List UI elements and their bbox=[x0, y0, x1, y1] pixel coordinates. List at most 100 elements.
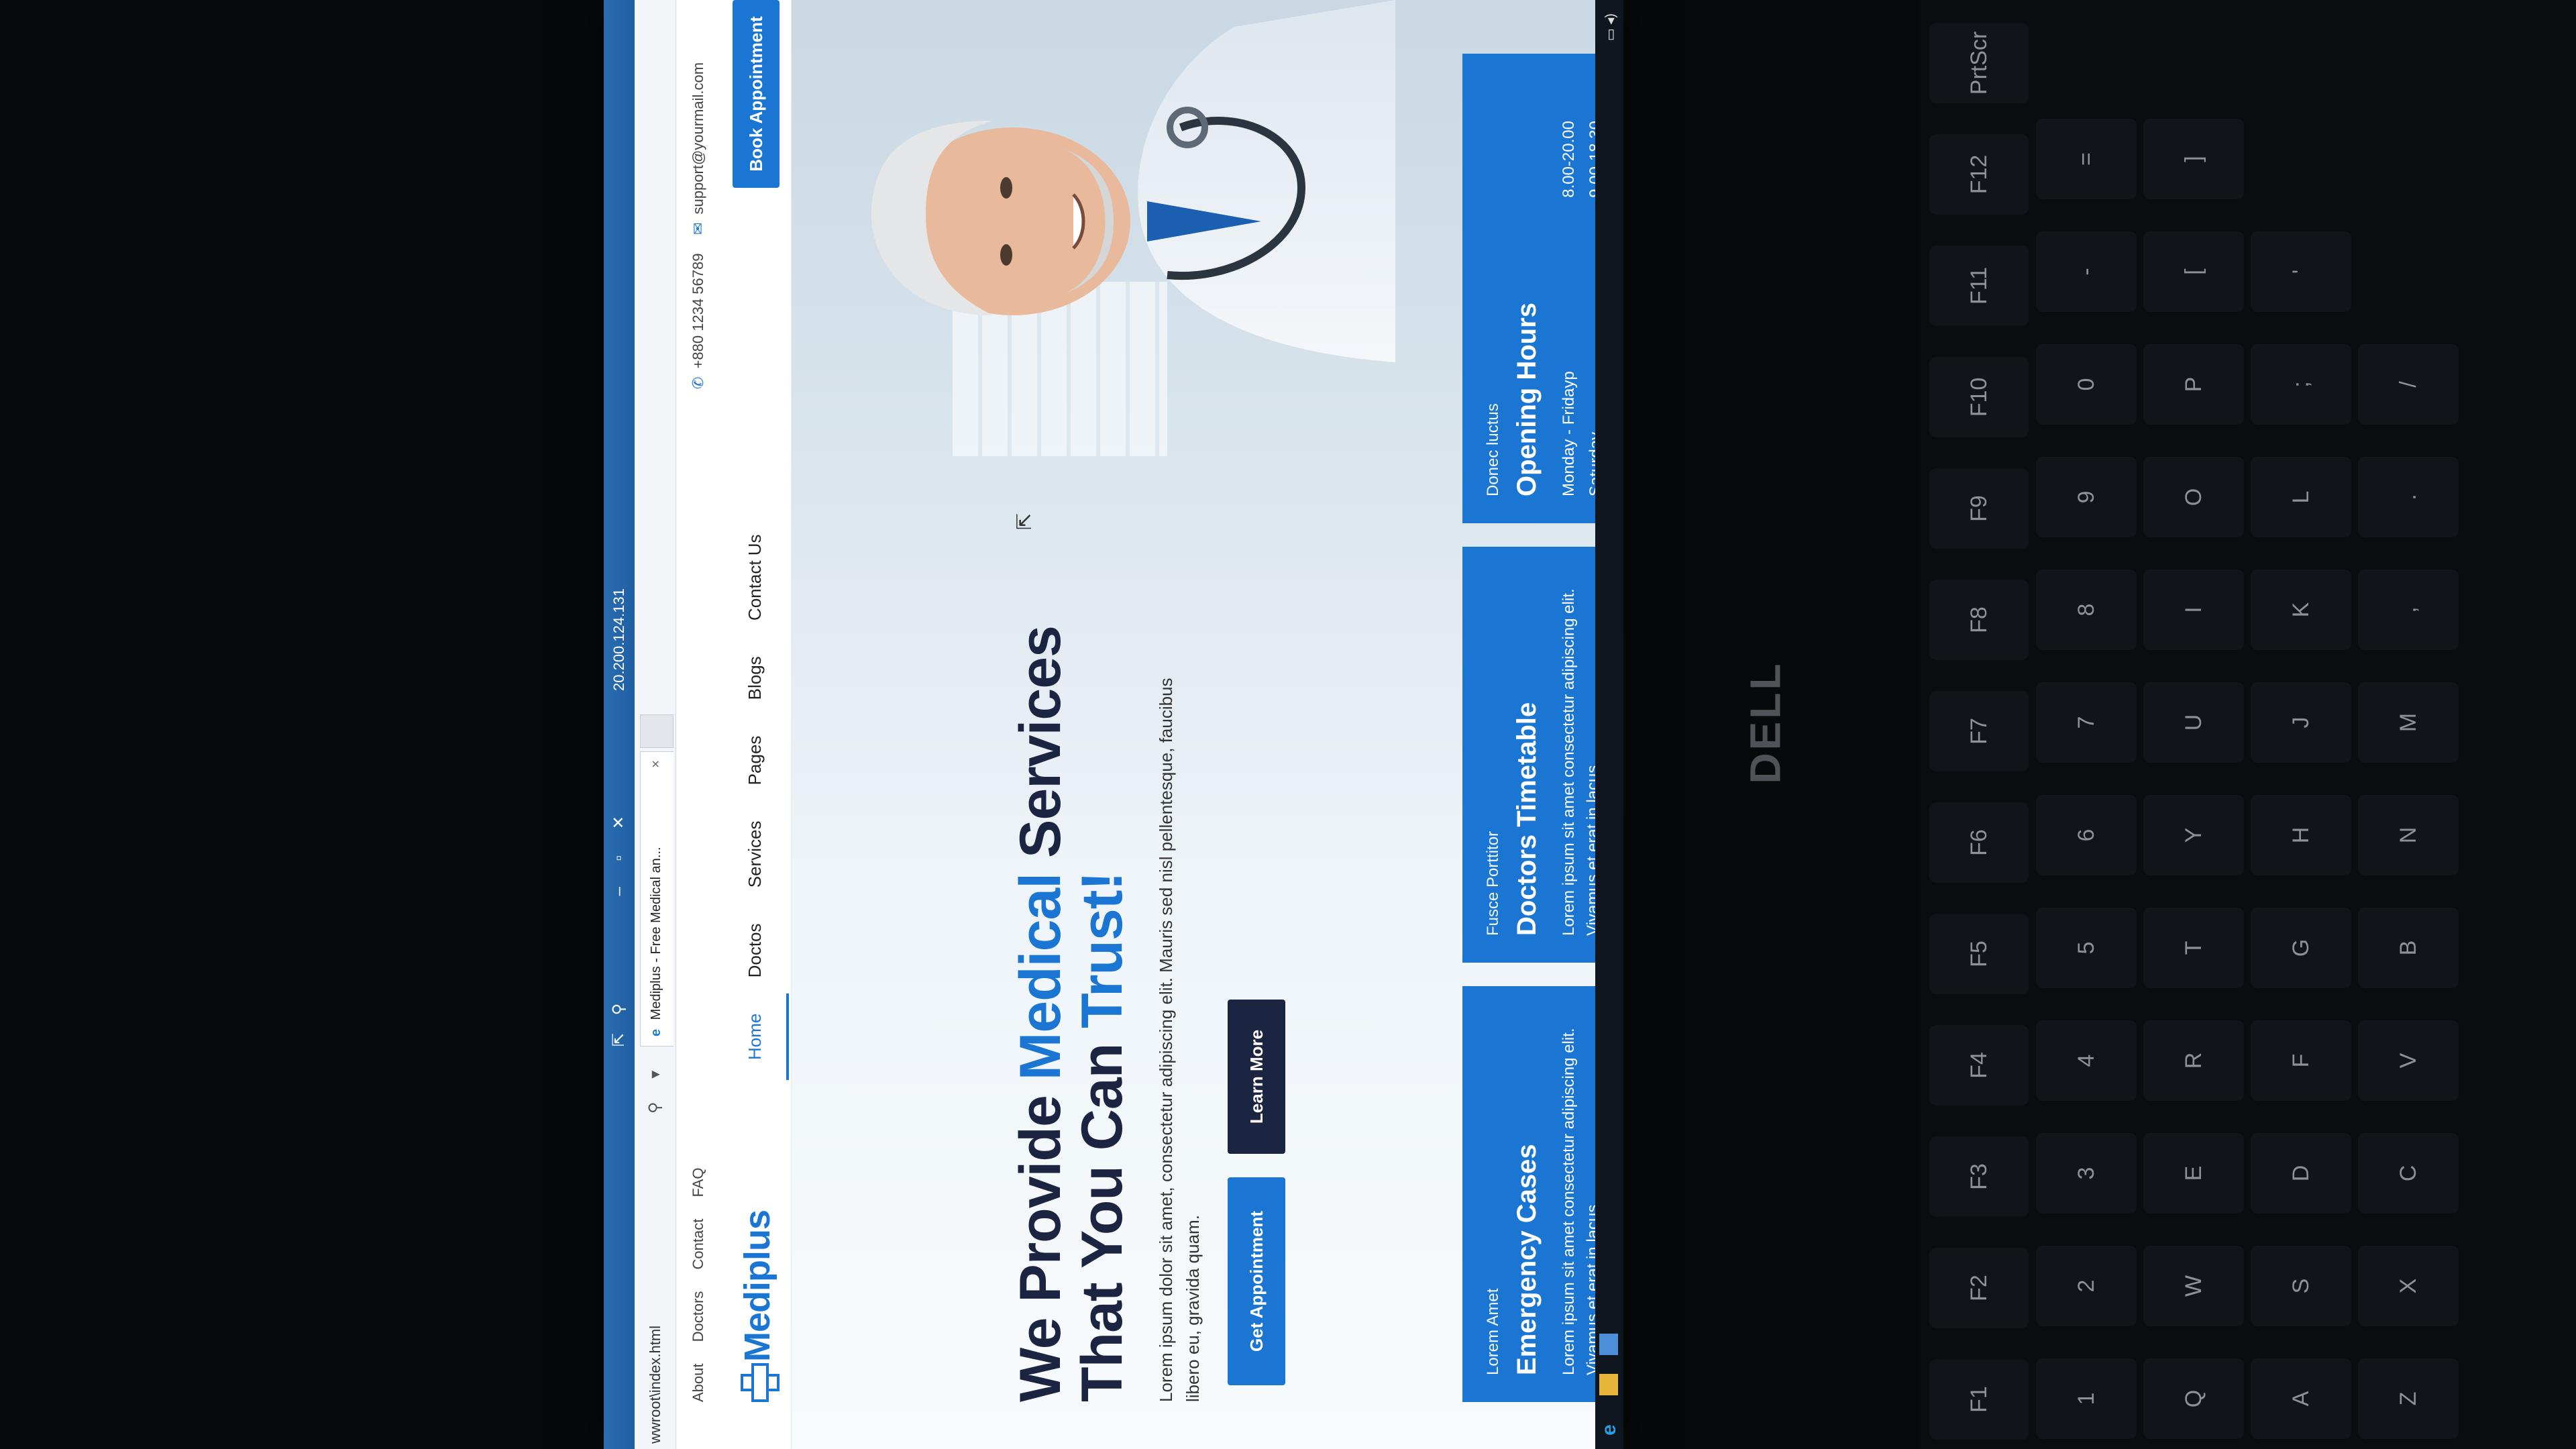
key[interactable]: 7 bbox=[2036, 682, 2137, 763]
topbar-link-contact[interactable]: Contact bbox=[690, 1219, 706, 1270]
key[interactable]: F3 bbox=[1929, 1136, 2029, 1217]
key[interactable]: 0 bbox=[2036, 344, 2137, 425]
key[interactable]: / bbox=[2358, 344, 2459, 425]
key[interactable]: 1 bbox=[2036, 1358, 2137, 1439]
key[interactable]: O bbox=[2143, 457, 2244, 537]
book-appointment-button[interactable]: Book Appointment bbox=[733, 0, 780, 188]
pin-icons: ⇱ ⚲ bbox=[610, 996, 628, 1046]
key[interactable]: = bbox=[2036, 119, 2137, 199]
hero-title-part: Services bbox=[1008, 626, 1073, 873]
key[interactable]: L bbox=[2251, 457, 2351, 537]
address-url[interactable]: wwroot\index.html bbox=[647, 1326, 664, 1444]
key[interactable]: PrtScr bbox=[1929, 23, 2029, 103]
system-tray[interactable]: ▭ ◂) bbox=[1602, 13, 1619, 41]
key[interactable]: F9 bbox=[1929, 468, 2029, 549]
key[interactable]: ; bbox=[2251, 344, 2351, 425]
key[interactable]: X bbox=[2358, 1246, 2459, 1326]
key[interactable]: F12 bbox=[1929, 134, 2029, 215]
key[interactable]: A bbox=[2251, 1358, 2351, 1439]
key[interactable]: M bbox=[2358, 682, 2459, 763]
close-tab-icon[interactable]: × bbox=[649, 760, 664, 768]
key[interactable]: H bbox=[2251, 795, 2351, 875]
key[interactable]: 4 bbox=[2036, 1020, 2137, 1101]
topbar-link-about[interactable]: About bbox=[690, 1364, 706, 1403]
topbar-link-doctors[interactable]: Doctors bbox=[690, 1291, 706, 1342]
dell-logo: DELL bbox=[1741, 661, 1790, 784]
key[interactable]: ' bbox=[2251, 231, 2351, 312]
key[interactable]: Q bbox=[2143, 1358, 2244, 1439]
learn-more-button[interactable]: Learn More bbox=[1228, 1000, 1285, 1154]
laptop-keyboard: F1 F2 F3 F4 F5 F6 F7 F8 F9 F10 F11 F12 P… bbox=[1919, 0, 2576, 1449]
key[interactable]: R bbox=[2143, 1020, 2244, 1101]
key[interactable]: 3 bbox=[2036, 1133, 2137, 1214]
key[interactable]: I bbox=[2143, 570, 2244, 650]
key[interactable]: F4 bbox=[1929, 1025, 2029, 1106]
topbar-link-faq[interactable]: FAQ bbox=[690, 1167, 706, 1197]
browser-tab[interactable]: e Mediplus - Free Medical an... × bbox=[640, 751, 674, 1046]
site-header: Mediplus Home Doctos Services Pages Blog… bbox=[718, 0, 792, 1449]
key[interactable]: K bbox=[2251, 570, 2351, 650]
key[interactable]: , bbox=[2358, 570, 2459, 650]
key-row-qwerty: Q W E R T Y U I O P [ ] bbox=[2143, 0, 2244, 1449]
key[interactable]: T bbox=[2143, 908, 2244, 988]
key[interactable]: F5 bbox=[1929, 914, 2029, 994]
key[interactable]: 2 bbox=[2036, 1246, 2137, 1326]
key[interactable]: F6 bbox=[1929, 802, 2029, 883]
key[interactable]: F2 bbox=[1929, 1248, 2029, 1328]
key[interactable]: F7 bbox=[1929, 691, 2029, 771]
email-address[interactable]: support@yourmail.com bbox=[690, 62, 706, 215]
key[interactable]: F1 bbox=[1929, 1359, 2029, 1440]
doctor-illustration bbox=[871, 0, 1395, 362]
key[interactable]: P bbox=[2143, 344, 2244, 425]
key[interactable]: 5 bbox=[2036, 908, 2137, 988]
nav-services[interactable]: Services bbox=[745, 821, 765, 888]
key[interactable]: F10 bbox=[1929, 357, 2029, 437]
hours-row: Monday - Fridayp 8.00-20.00 bbox=[1556, 121, 1582, 496]
key[interactable]: - bbox=[2036, 231, 2137, 312]
folder-taskbar-icon[interactable] bbox=[1599, 1374, 1618, 1395]
key[interactable]: 6 bbox=[2036, 795, 2137, 875]
key[interactable]: F8 bbox=[1929, 580, 2029, 660]
mail-icon: ✉ bbox=[690, 222, 706, 235]
nav-home[interactable]: Home bbox=[745, 1014, 765, 1060]
key[interactable]: [ bbox=[2143, 231, 2244, 312]
key[interactable]: F bbox=[2251, 1020, 2351, 1101]
hours-day: Monday - Fridayp bbox=[1560, 371, 1578, 496]
key[interactable]: B bbox=[2358, 908, 2459, 988]
card-heading: Doctors Timetable bbox=[1512, 702, 1542, 936]
hero-title-part: We Provide bbox=[1008, 1080, 1073, 1402]
key[interactable]: V bbox=[2358, 1020, 2459, 1101]
key[interactable]: 9 bbox=[2036, 457, 2137, 537]
key[interactable]: G bbox=[2251, 908, 2351, 988]
window-controls[interactable]: – ▫ ✕ bbox=[609, 805, 629, 896]
key-row-zxcv: Z X C V B N M , . / bbox=[2358, 0, 2459, 1449]
key[interactable]: 8 bbox=[2036, 570, 2137, 650]
nav-blogs[interactable]: Blogs bbox=[745, 656, 765, 700]
nav-pages[interactable]: Pages bbox=[745, 736, 765, 786]
key[interactable]: D bbox=[2251, 1133, 2351, 1214]
site-logo[interactable]: Mediplus bbox=[737, 1210, 778, 1402]
tab-title: Mediplus - Free Medical an... bbox=[649, 847, 663, 1020]
topbar-email: ✉ support@yourmail.com bbox=[690, 62, 707, 235]
key[interactable]: Y bbox=[2143, 795, 2244, 875]
phone-icon: ✆ bbox=[690, 376, 706, 389]
get-appointment-button[interactable]: Get Appointment bbox=[1228, 1177, 1285, 1385]
key[interactable]: ] bbox=[2143, 119, 2244, 199]
store-taskbar-icon[interactable] bbox=[1599, 1334, 1618, 1355]
key[interactable]: S bbox=[2251, 1246, 2351, 1326]
nav-contact-us[interactable]: Contact Us bbox=[745, 534, 765, 621]
key[interactable]: Z bbox=[2358, 1358, 2459, 1439]
nav-doctos[interactable]: Doctos bbox=[745, 923, 765, 977]
key[interactable]: C bbox=[2358, 1133, 2459, 1214]
key[interactable]: E bbox=[2143, 1133, 2244, 1214]
new-tab-button[interactable] bbox=[640, 714, 674, 748]
ie-taskbar-icon[interactable]: e bbox=[1598, 1424, 1621, 1436]
key[interactable]: N bbox=[2358, 795, 2459, 875]
key-row-asdf: A S D F G H J K L ; ' bbox=[2251, 0, 2351, 1449]
key[interactable]: F11 bbox=[1929, 246, 2029, 326]
logo-text: Mediplus bbox=[737, 1210, 777, 1362]
key[interactable]: W bbox=[2143, 1246, 2244, 1326]
key[interactable]: J bbox=[2251, 682, 2351, 763]
key[interactable]: . bbox=[2358, 457, 2459, 537]
key[interactable]: U bbox=[2143, 682, 2244, 763]
